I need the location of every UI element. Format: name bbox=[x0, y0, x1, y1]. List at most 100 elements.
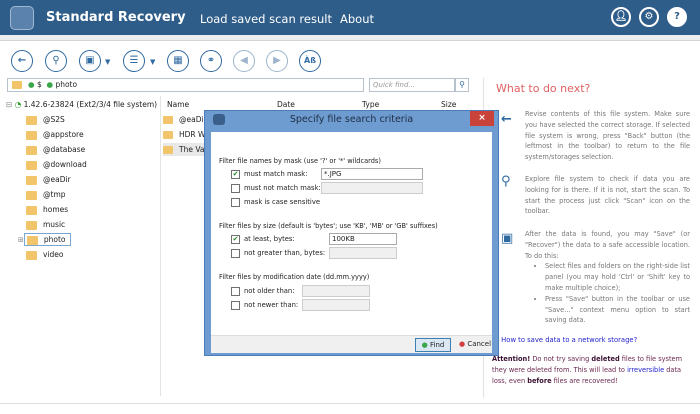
binoculars-icon[interactable]: ⚭ bbox=[200, 50, 222, 72]
folder-icon bbox=[26, 115, 37, 125]
tree-item[interactable]: @eaDir bbox=[26, 173, 71, 186]
at-least-input[interactable]: 100KB bbox=[329, 233, 397, 245]
folder-icon bbox=[26, 250, 37, 260]
tree-item[interactable]: @database bbox=[26, 143, 85, 156]
must-match-label: must match mask: bbox=[244, 170, 308, 178]
tree-item[interactable]: music bbox=[26, 218, 65, 231]
tree-root[interactable]: ⊟ ◔ 1.42.6-23824 (Ext2/3/4 file system) bbox=[6, 98, 157, 111]
search-criteria-dialog: Specify file search criteria × Filter fi… bbox=[204, 110, 499, 356]
list-row[interactable]: The Va bbox=[163, 143, 208, 156]
path-segment[interactable]: photo bbox=[55, 80, 77, 89]
date-section-label: Filter files by modification date (dd.mm… bbox=[219, 273, 370, 281]
save-icon: ▣ bbox=[501, 231, 514, 246]
app-title: Standard Recovery bbox=[46, 10, 186, 25]
next-icon[interactable]: ▶ bbox=[266, 50, 288, 72]
gear-icon[interactable]: ⚙ bbox=[639, 7, 659, 27]
column-name[interactable]: Name bbox=[167, 100, 189, 109]
scan-icon[interactable]: ⚲ bbox=[45, 50, 67, 72]
must-not-match-input[interactable] bbox=[321, 182, 423, 194]
attention-note: Attention! Do not try saving deleted fil… bbox=[492, 355, 683, 385]
bottom-divider bbox=[0, 403, 700, 404]
help-icon[interactable]: ? bbox=[667, 7, 687, 27]
dialog-title: Specify file search criteria bbox=[289, 114, 414, 125]
help-text-1: Revise contents of this file system. Mak… bbox=[525, 110, 690, 162]
tree-item[interactable]: @download bbox=[26, 158, 87, 171]
mask-section-label: Filter file names by mask (use '?' or '*… bbox=[219, 157, 381, 165]
help-text-3: After the data is found, you may "Save" … bbox=[525, 229, 690, 326]
folder-icon bbox=[163, 146, 173, 154]
folder-icon bbox=[26, 130, 37, 140]
red-dot-icon: ● bbox=[458, 340, 466, 348]
tree-item[interactable]: @appstore bbox=[26, 128, 84, 141]
case-icon[interactable]: Àß bbox=[299, 50, 321, 72]
folder-icon bbox=[26, 205, 37, 215]
at-least-label: at least, bytes: bbox=[244, 235, 295, 243]
case-sensitive-checkbox[interactable] bbox=[231, 198, 240, 207]
not-greater-label: not greater than, bytes: bbox=[244, 249, 326, 257]
not-newer-label: not newer than: bbox=[244, 301, 299, 309]
folder-icon bbox=[26, 190, 37, 200]
list-dropdown-icon[interactable]: ▼ bbox=[150, 58, 155, 66]
tree-root-label: 1.42.6-23824 (Ext2/3/4 file system) bbox=[23, 100, 158, 109]
help-bullet: Select files and folders on the right-si… bbox=[545, 261, 690, 293]
help-bullet: Press "Save" button in the toolbar or us… bbox=[545, 294, 690, 326]
folder-icon bbox=[26, 235, 38, 245]
must-match-checkbox[interactable]: ✔ bbox=[231, 170, 240, 179]
column-type[interactable]: Type bbox=[362, 100, 379, 109]
grid-icon[interactable]: ▦ bbox=[167, 50, 189, 72]
prev-icon[interactable]: ◀ bbox=[233, 50, 255, 72]
back-arrow-icon: ← bbox=[501, 112, 512, 127]
tree-item[interactable]: video bbox=[26, 248, 64, 261]
folder-icon bbox=[12, 81, 22, 89]
tree-item[interactable]: @S2S bbox=[26, 113, 65, 126]
list-row[interactable]: @eaDir bbox=[163, 113, 208, 126]
save-dropdown-icon[interactable]: ▼ bbox=[105, 58, 110, 66]
column-size[interactable]: Size bbox=[441, 100, 456, 109]
app-header: Standard Recovery Load saved scan result… bbox=[0, 0, 700, 35]
back-icon[interactable]: ← bbox=[11, 50, 33, 72]
menu-about[interactable]: About bbox=[340, 12, 374, 26]
network-storage-link[interactable]: • How to save data to a network storage? bbox=[495, 336, 637, 344]
column-date[interactable]: Date bbox=[277, 100, 295, 109]
list-row[interactable]: HDR W bbox=[163, 128, 208, 141]
quick-find-input[interactable]: Quick find... bbox=[369, 78, 455, 92]
not-older-input[interactable] bbox=[302, 285, 370, 297]
folder-icon bbox=[26, 220, 37, 230]
size-section-label: Filter files by size (default is 'bytes'… bbox=[219, 222, 438, 230]
tree-item[interactable]: homes bbox=[26, 203, 68, 216]
menu-load-saved-scan[interactable]: Load saved scan result bbox=[200, 12, 332, 26]
scan-icon: ⚲ bbox=[501, 174, 511, 189]
path-bar[interactable]: ● $ ● photo bbox=[7, 78, 364, 92]
folder-icon bbox=[26, 145, 37, 155]
must-match-input[interactable]: *.JPG bbox=[321, 168, 423, 180]
find-button[interactable]: ● Find bbox=[415, 338, 451, 352]
dialog-body: Filter file names by mask (use '?' or '*… bbox=[211, 132, 492, 335]
header-separator bbox=[0, 35, 700, 41]
not-greater-checkbox[interactable] bbox=[231, 249, 240, 258]
not-newer-checkbox[interactable] bbox=[231, 301, 240, 310]
help-title: What to do next? bbox=[496, 82, 591, 95]
folder-icon bbox=[163, 116, 173, 124]
green-dot-icon: ● bbox=[421, 341, 428, 349]
cancel-button[interactable]: ● Cancel bbox=[457, 338, 493, 352]
search-icon[interactable]: ⚲ bbox=[455, 78, 469, 92]
case-sensitive-label: mask is case sensitive bbox=[244, 198, 321, 206]
tree-item[interactable]: @tmp bbox=[26, 188, 66, 201]
help-text-2: Explore file system to check if data you… bbox=[525, 175, 690, 216]
not-newer-input[interactable] bbox=[302, 299, 370, 311]
list-icon[interactable]: ☰ bbox=[123, 50, 145, 72]
folder-icon bbox=[163, 131, 173, 139]
save-icon[interactable]: ▣ bbox=[79, 50, 101, 72]
tree-item-selected[interactable]: ⊞ photo bbox=[18, 233, 71, 246]
folder-icon bbox=[26, 175, 37, 185]
not-older-label: not older than: bbox=[244, 287, 295, 295]
dialog-footer: ● Find ● Cancel bbox=[211, 335, 492, 353]
not-greater-input[interactable] bbox=[329, 247, 397, 259]
path-segment[interactable]: $ bbox=[37, 80, 42, 89]
must-not-match-checkbox[interactable] bbox=[231, 184, 240, 193]
not-older-checkbox[interactable] bbox=[231, 287, 240, 296]
close-icon[interactable]: × bbox=[470, 111, 494, 126]
user-icon[interactable]: 👤︎ bbox=[611, 7, 631, 27]
at-least-checkbox[interactable]: ✔ bbox=[231, 235, 240, 244]
app-logo bbox=[10, 6, 34, 30]
